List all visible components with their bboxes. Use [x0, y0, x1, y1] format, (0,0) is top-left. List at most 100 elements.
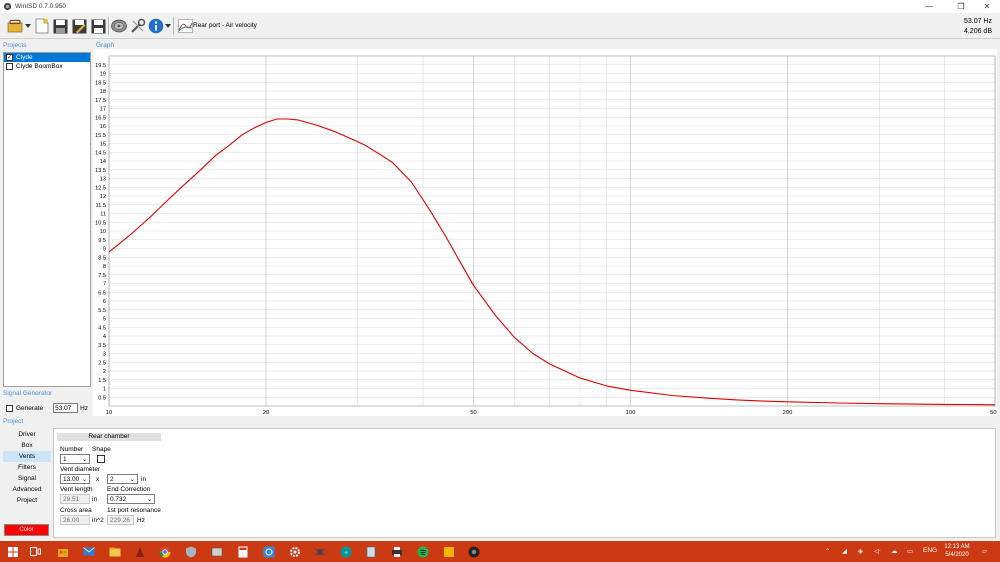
taskbar-security[interactable] — [184, 545, 197, 558]
x-tick-label: 100 — [626, 410, 636, 416]
y-tick-label: 7.5 — [98, 273, 106, 279]
length-label: Vent length — [60, 486, 93, 493]
minimize-button[interactable]: — — [916, 0, 942, 13]
tray-overflow-icon[interactable]: ⌃ — [825, 547, 830, 555]
projects-label: Projects — [3, 42, 27, 49]
info-button[interactable] — [147, 16, 165, 36]
project-checkbox[interactable] — [6, 63, 13, 70]
nav-advanced[interactable]: Advanced — [3, 484, 51, 495]
app-icon — [135, 546, 144, 557]
nav-signal[interactable]: Signal — [3, 473, 51, 484]
taskbar: ∞ ⌃ ◢ ◈ ◁ᐧ ☁ ▭ ENG 12:13 AM 5/4/2020 ▱ — [0, 541, 1000, 562]
taskbar-app-spider[interactable] — [313, 545, 326, 558]
x-tick-label: 500 — [990, 410, 997, 416]
y-tick-label: 6.5 — [98, 290, 106, 296]
taskbar-settings[interactable] — [288, 545, 301, 558]
dropdown-arrow-icon — [25, 24, 31, 28]
nav-driver[interactable]: Driver — [3, 429, 51, 440]
y-tick-label: 1.5 — [98, 378, 106, 384]
generate-label: Generate — [16, 404, 44, 412]
save-as-icon — [72, 19, 86, 33]
battery-icon[interactable]: ▭ — [907, 547, 913, 555]
project-name: Clyde — [16, 54, 33, 61]
project-item-clyde[interactable]: ✓ Clyde — [4, 53, 90, 62]
x-tick-label: 10 — [106, 410, 112, 416]
open-project-button[interactable] — [6, 16, 24, 36]
port-resonance-label: 1st port resonance — [107, 507, 161, 514]
y-tick-label: 14 — [100, 159, 106, 165]
info-dropdown[interactable] — [164, 16, 172, 36]
y-tick-label: 8.5 — [98, 255, 106, 261]
nav-filters[interactable]: Filters — [3, 462, 51, 473]
start-button[interactable] — [6, 545, 19, 558]
restore-button[interactable]: ❐ — [948, 0, 974, 13]
end-correction-select[interactable]: 0.732 ⌄ — [107, 494, 155, 504]
y-tick-label: 17 — [100, 107, 106, 113]
project-checkbox[interactable]: ✓ — [6, 54, 13, 61]
diameter-select[interactable]: 13.00 ⌄ — [60, 474, 90, 484]
taskbar-spotify[interactable] — [416, 545, 429, 558]
save-as-button[interactable] — [70, 16, 88, 36]
graph-select-button[interactable] — [176, 16, 194, 36]
graph-panel[interactable]: 0.5 1 1.5 2 2.5 3 3.5 4 4.5 5 5.5 6 6.5 7 7.5 8 8.5 9 9.5 1… — [93, 49, 1000, 416]
toolbar-separator — [108, 17, 109, 35]
taskbar-calculator[interactable] — [236, 545, 249, 558]
project-item-clyde-boombox[interactable]: Clyde BoomBox — [4, 62, 90, 71]
open-project-dropdown[interactable] — [24, 16, 32, 36]
taskbar-app-box[interactable] — [364, 545, 377, 558]
y-tick-label: 7 — [103, 282, 106, 288]
resonance-unit: Hz — [137, 517, 145, 524]
app-icon — [366, 546, 375, 557]
vent-count-select[interactable]: 2 ⌄ — [107, 474, 138, 484]
generator-frequency-input[interactable]: 53.07 — [53, 403, 79, 413]
close-button[interactable]: ✕ — [974, 0, 1000, 13]
nav-vents[interactable]: Vents — [3, 451, 51, 462]
port-resonance-field: 229.26 — [107, 515, 134, 525]
nav-project[interactable]: Project — [3, 495, 51, 506]
end-correction-label: End Correction — [107, 486, 151, 493]
taskbar-mail[interactable] — [82, 545, 95, 558]
taskbar-winisd[interactable] — [467, 545, 480, 558]
tray-app-icon[interactable]: ◈ — [858, 547, 863, 555]
taskbar-arduino[interactable]: ∞ — [339, 545, 352, 558]
language-indicator[interactable]: ENG — [923, 547, 937, 554]
shape-button[interactable] — [97, 455, 105, 463]
network-icon[interactable]: ◢ — [842, 547, 847, 555]
cursor-frequency: 53.07 Hz — [963, 18, 992, 25]
tools-button[interactable] — [129, 16, 147, 36]
air-velocity-chart[interactable]: 0.511.522.533.544.555.566.577.588.599.51… — [93, 49, 1000, 416]
save-button[interactable] — [51, 16, 69, 36]
y-tick-label: 11.5 — [96, 203, 106, 209]
new-project-button[interactable] — [33, 16, 51, 36]
taskbar-remote[interactable] — [262, 545, 275, 558]
save-all-button[interactable] — [89, 16, 107, 36]
clock[interactable]: 12:13 AM 5/4/2020 — [937, 543, 977, 559]
svg-text:∞: ∞ — [343, 550, 347, 556]
chamber-tab[interactable]: Rear chamber — [57, 433, 161, 441]
y-tick-label: 10 — [100, 229, 106, 235]
spotify-icon — [417, 546, 428, 557]
driver-editor-button[interactable] — [110, 16, 128, 36]
volume-icon[interactable]: ◁ᐧ — [874, 547, 881, 555]
projects-list: ✓ Clyde Clyde BoomBox — [3, 52, 91, 387]
taskbar-app-yellow[interactable] — [442, 545, 455, 558]
app-icon — [314, 548, 325, 555]
chevron-down-icon: ⌄ — [81, 477, 87, 483]
y-tick-label: 15 — [100, 142, 106, 148]
taskbar-app-gray[interactable] — [210, 545, 223, 558]
taskbar-app-store[interactable] — [56, 545, 69, 558]
taskbar-chrome[interactable] — [158, 545, 171, 558]
taskbar-app-printer[interactable] — [390, 545, 403, 558]
nav-box[interactable]: Box — [3, 440, 51, 451]
window-title: WinISD 0.7.0.950 — [15, 3, 66, 10]
generate-checkbox[interactable] — [6, 404, 13, 412]
notification-icon[interactable]: ▱ — [982, 547, 987, 555]
cloud-icon[interactable]: ☁ — [891, 547, 898, 555]
task-view-button[interactable] — [29, 545, 42, 558]
x-tick-label: 20 — [263, 410, 269, 416]
taskbar-app-red[interactable] — [133, 545, 146, 558]
color-button[interactable]: Color — [4, 524, 49, 536]
number-select[interactable]: 1 ⌄ — [60, 454, 90, 464]
graph-type-label[interactable]: Rear port - Air velocity — [193, 22, 257, 29]
taskbar-file-explorer[interactable] — [108, 545, 121, 558]
